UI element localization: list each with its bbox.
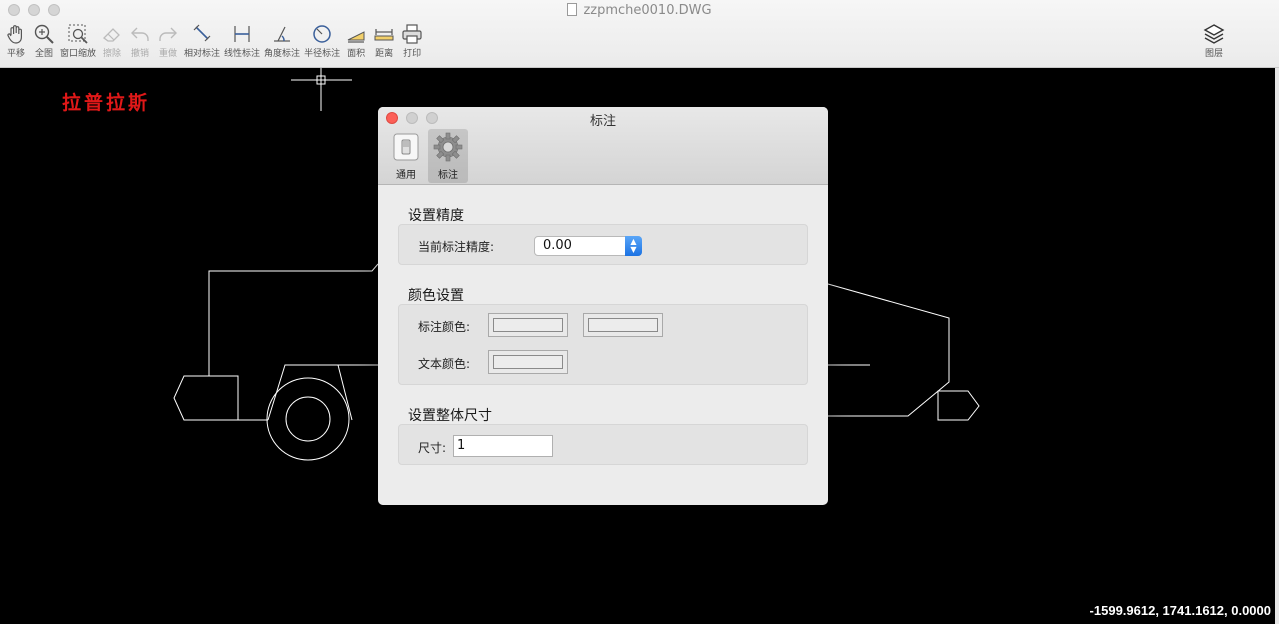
aligned-dimension-tool-button[interactable]: 相对标注 (182, 22, 222, 60)
cab-outline (208, 263, 379, 376)
front-bumper (173, 375, 239, 421)
rear-body (827, 283, 950, 417)
toolbar: 平移 全图 窗口缩放 擦除 撤销 重做 相对标注 线性标注 角度标注 半径标注 … (2, 22, 426, 60)
vertical-scrollbar[interactable] (1275, 68, 1279, 624)
size-section-title: 设置整体尺寸 (408, 408, 492, 424)
erase-tool-button[interactable]: 擦除 (98, 22, 126, 60)
redo-tool-button[interactable]: 重做 (154, 22, 182, 60)
angle-dimension-icon (274, 26, 291, 42)
dialog-title: 标注 (589, 114, 616, 129)
undo-icon (131, 27, 149, 41)
wheel-arch (267, 364, 378, 421)
hand-icon (7, 25, 22, 44)
dimension-color-well-secondary[interactable] (583, 313, 663, 337)
title-bar: zzpmche0010.DWG 平移 全图 窗口缩放 擦除 撤销 重做 相对标注… (0, 0, 1279, 68)
layers-tool-button[interactable]: 图层 (1200, 22, 1228, 60)
full-view-tool-button[interactable]: 全图 (30, 22, 58, 60)
layers-icon (1203, 24, 1225, 44)
distance-icon (374, 29, 394, 41)
text-color-swatch (493, 355, 563, 369)
dimension-settings-dialog: 标注 通用 标注 设置精度 当前标注精度: 0.00 ▲ ▼ 颜色设置 标注颜色… (378, 107, 828, 505)
gear-icon (433, 132, 463, 162)
size-group: 尺寸: 1 (398, 424, 808, 465)
precision-section-title: 设置精度 (408, 208, 464, 224)
linear-dimension-icon (234, 26, 250, 42)
arch-inner (337, 364, 353, 421)
radius-dimension-tool-button[interactable]: 半径标注 (302, 22, 342, 60)
dialog-tabs: 通用 标注 (386, 129, 468, 183)
redo-icon (159, 27, 178, 41)
tab-general[interactable]: 通用 (386, 129, 426, 183)
window-zoom-tool-button[interactable]: 窗口缩放 (58, 22, 98, 60)
printer-icon (402, 24, 422, 44)
color-group: 标注颜色: 文本颜色: (398, 304, 808, 385)
size-label: 尺寸: (418, 441, 447, 455)
angle-dimension-tool-button[interactable]: 角度标注 (262, 22, 302, 60)
area-icon (347, 31, 365, 43)
coordinate-readout: -1599.9612, 1741.1612, 0.0000 (1089, 603, 1271, 618)
precision-group: 当前标注精度: 0.00 ▲ ▼ (398, 224, 808, 265)
precision-value: 0.00 (543, 238, 572, 253)
dimension-color-swatch (493, 318, 563, 332)
precision-select[interactable]: 0.00 ▲ ▼ (534, 236, 642, 256)
dimension-color-well[interactable] (488, 313, 568, 337)
pan-tool-button[interactable]: 平移 (2, 22, 30, 60)
tab-dimension[interactable]: 标注 (428, 129, 468, 183)
text-color-well[interactable] (488, 350, 568, 374)
print-tool-button[interactable]: 打印 (398, 22, 426, 60)
switch-icon (393, 133, 419, 161)
zoom-window-icon (68, 24, 88, 44)
wheel-outer (266, 377, 350, 461)
linear-dimension-tool-button[interactable]: 线性标注 (222, 22, 262, 60)
zoom-extents-icon (34, 24, 54, 44)
precision-label: 当前标注精度: (418, 240, 495, 254)
rear-bumper (937, 390, 980, 421)
dimension-color-swatch-secondary (588, 318, 658, 332)
area-tool-button[interactable]: 面积 (342, 22, 370, 60)
aligned-dimension-icon (193, 24, 211, 42)
select-arrows-icon: ▲ ▼ (625, 236, 642, 256)
color-section-title: 颜色设置 (408, 288, 464, 304)
size-input[interactable]: 1 (453, 435, 553, 457)
window-title: zzpmche0010.DWG (0, 2, 1279, 20)
distance-tool-button[interactable]: 距离 (370, 22, 398, 60)
document-icon (567, 3, 578, 16)
eraser-icon (103, 28, 120, 42)
text-color-label: 文本颜色: (418, 357, 471, 371)
dimension-color-label: 标注颜色: (418, 320, 471, 334)
watermark-text: 拉普拉斯 (62, 92, 151, 114)
wheel-inner (285, 396, 331, 442)
undo-tool-button[interactable]: 撤销 (126, 22, 154, 60)
radius-dimension-icon (313, 25, 331, 43)
dialog-header: 标注 通用 标注 (378, 107, 828, 185)
